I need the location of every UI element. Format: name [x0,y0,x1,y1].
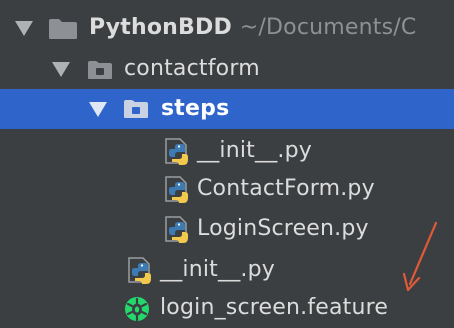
project-tree: PythonBDD ~/Documents/C contactform step… [0,0,454,328]
red-arrow-icon [402,221,438,292]
